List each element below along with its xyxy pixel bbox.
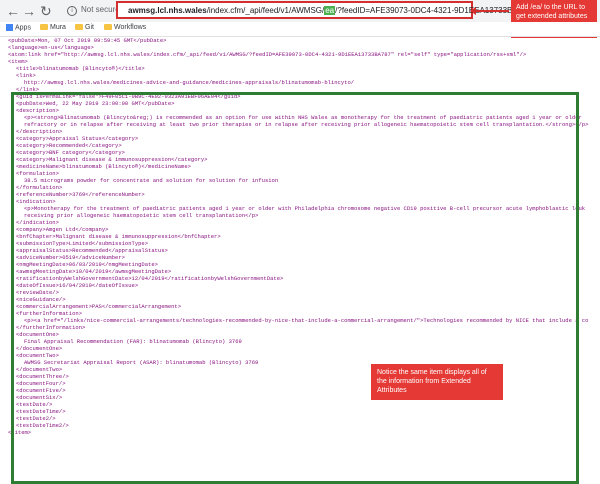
not-secure-label[interactable]: Not secure: [81, 5, 120, 14]
url-field[interactable]: awmsg.lcl.nhs.wales/index.cfm/_api/feed/…: [116, 1, 531, 19]
ea-segment: ea: [324, 6, 336, 15]
callout-arrow-head: [470, 7, 476, 15]
bookmark-git[interactable]: Git: [75, 24, 94, 31]
bookmarks-bar: Apps Mura Git Workflows: [0, 22, 600, 37]
reload-icon[interactable]: ↻: [40, 2, 52, 20]
bookmark-mura[interactable]: Mura: [40, 24, 66, 31]
folder-icon: [75, 24, 83, 31]
apps-grid-icon: [6, 24, 13, 31]
browser-address-bar: ← → ↻ i Not secure awmsg.lcl.nhs.wales/i…: [0, 0, 600, 23]
bookmark-workflows[interactable]: Workflows: [104, 24, 146, 31]
item-highlight-box: [11, 92, 579, 484]
folder-icon: [40, 24, 48, 31]
info-icon[interactable]: i: [67, 6, 77, 16]
xml-line: <atom:link href="http://awmsg.lcl.nhs.wa…: [8, 51, 527, 58]
back-arrow-icon[interactable]: ←: [6, 2, 20, 20]
bookmark-apps[interactable]: Apps: [6, 24, 31, 31]
xml-line: http://awmsg.lcl.nhs.wales/medicines-adv…: [24, 79, 355, 86]
folder-icon: [104, 24, 112, 31]
annotation-extended-attributes: Notice the same item displays all of the…: [371, 364, 503, 400]
callout-arrow: [473, 10, 509, 12]
forward-arrow-icon[interactable]: →: [22, 2, 36, 20]
